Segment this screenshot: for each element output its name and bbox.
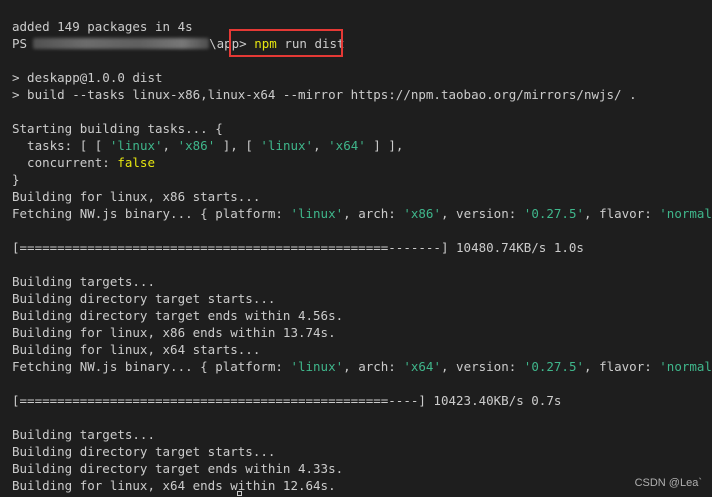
string-literal: 'linux' <box>290 206 344 221</box>
output-line: Building directory target starts... <box>12 291 276 306</box>
output-line: Building targets... <box>12 427 155 442</box>
output-line: Building for linux, x64 starts... <box>12 342 261 357</box>
string-literal: '0.27.5' <box>523 206 585 221</box>
text-segment: , <box>162 138 178 153</box>
output-line: > build --tasks linux-x86,linux-x64 --mi… <box>12 87 637 102</box>
string-literal: 'linux' <box>260 138 314 153</box>
text-segment: , version: <box>441 359 524 374</box>
string-literal: 'linux' <box>109 138 163 153</box>
text-segment: concurrent: <box>12 155 118 170</box>
string-literal: 'x86' <box>403 206 441 221</box>
output-line: Building for linux, x86 starts... <box>12 189 261 204</box>
output-line: > deskapp@1.0.0 dist <box>12 70 163 85</box>
prompt-ps: PS <box>12 36 28 51</box>
output-line: Building for linux, x64 ends within 12.6… <box>12 478 336 493</box>
progress-bar-line: [=======================================… <box>12 393 562 408</box>
watermark: CSDN @Lea` <box>634 477 702 489</box>
text-segment: , arch: <box>343 206 404 221</box>
text-segment: , <box>313 138 329 153</box>
text-segment: , version: <box>441 206 524 221</box>
output-line: added 149 packages in 4s <box>12 19 193 34</box>
string-literal: 'linux' <box>290 359 344 374</box>
progress-bar-line: [=======================================… <box>12 240 584 255</box>
command-highlight-box <box>229 29 343 57</box>
output-line: Fetching NW.js binary... { platform: 'li… <box>12 358 712 375</box>
output-line: Building directory target ends within 4.… <box>12 308 344 323</box>
output-line: Fetching NW.js binary... { platform: 'li… <box>12 205 712 222</box>
string-literal: 'x64' <box>328 138 366 153</box>
string-literal: 'x64' <box>403 359 441 374</box>
output-line: tasks: [ [ 'linux', 'x86' ], [ 'linux', … <box>12 137 403 154</box>
text-segment: , flavor: <box>584 206 660 221</box>
text-segment: ], [ <box>215 138 261 153</box>
text-segment: Fetching NW.js binary... { platform: <box>12 206 291 221</box>
output-line: Building directory target starts... <box>12 444 276 459</box>
string-literal: '0.27.5' <box>523 359 585 374</box>
blurred-path <box>33 38 210 49</box>
boolean-literal: false <box>117 155 155 170</box>
output-line: concurrent: false <box>12 154 155 171</box>
text-segment: ] ], <box>365 138 404 153</box>
output-line: } <box>12 172 20 187</box>
terminal-cursor <box>237 491 242 496</box>
output-line: Building targets... <box>12 274 155 289</box>
terminal-output[interactable]: added 149 packages in 4s PS \app> npm run… <box>0 0 712 497</box>
output-line: Starting building tasks... { <box>12 121 223 136</box>
output-line: Building for linux, x86 ends within 13.7… <box>12 325 336 340</box>
string-literal: 'x86' <box>177 138 216 153</box>
output-line: Building directory target ends within 4.… <box>12 461 344 476</box>
text-segment: , arch: <box>343 359 404 374</box>
string-literal: 'normal' <box>659 206 712 221</box>
text-segment: Fetching NW.js binary... { platform: <box>12 359 291 374</box>
text-segment: , flavor: <box>584 359 660 374</box>
text-segment: tasks: [ [ <box>12 138 110 153</box>
string-literal: 'normal' <box>659 359 712 374</box>
